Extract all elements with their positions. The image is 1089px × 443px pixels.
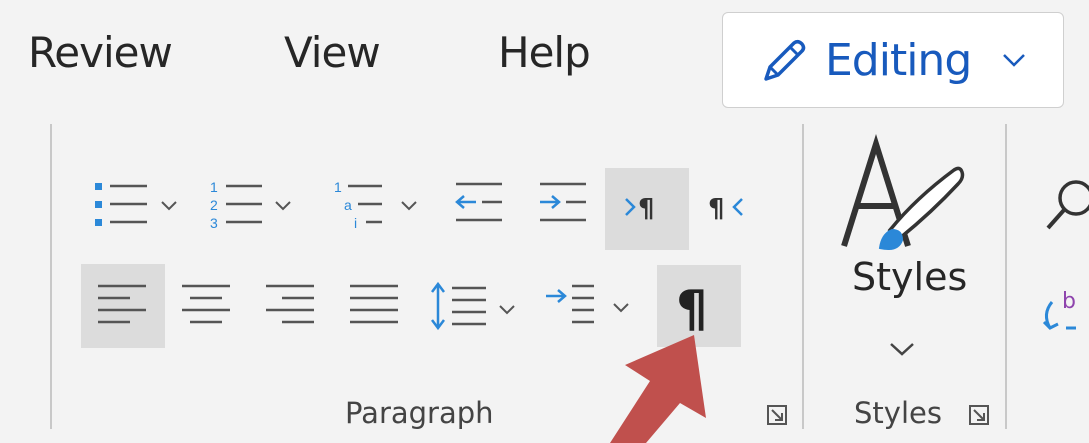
svg-text:a: a	[344, 197, 352, 213]
bulleted-list-icon	[95, 183, 177, 226]
numbered-list-icon: 1 2 3	[210, 179, 291, 231]
group-divider-left	[50, 124, 52, 429]
chevron-down-icon	[1001, 51, 1027, 74]
group-divider-styles-editing	[1005, 124, 1007, 429]
svg-text:¶: ¶	[638, 194, 655, 224]
find-button[interactable]	[1044, 176, 1089, 236]
dialog-launcher-icon	[969, 405, 989, 425]
paragraph-group-label: Paragraph	[345, 396, 494, 430]
justify-icon	[350, 284, 398, 324]
align-left-icon	[98, 284, 146, 324]
rtl-text-button[interactable]: ¶	[706, 190, 756, 226]
increase-indent-icon	[540, 182, 586, 222]
bulleted-list-button[interactable]	[92, 180, 192, 230]
pencil-icon	[758, 35, 810, 92]
ltr-text-button[interactable]: ¶	[622, 190, 672, 226]
replace-icon: b	[1042, 289, 1076, 330]
increase-indent-button[interactable]	[536, 180, 592, 230]
line-spacing-button[interactable]	[430, 280, 530, 336]
tab-help[interactable]: Help	[498, 28, 591, 77]
paragraph-indent-button[interactable]	[544, 282, 644, 332]
paragraph-indent-icon	[546, 284, 629, 324]
align-left-button[interactable]	[96, 282, 152, 332]
svg-text:i: i	[354, 215, 357, 231]
search-icon	[1046, 180, 1089, 230]
show-paragraph-marks-button[interactable]: ¶	[672, 276, 728, 336]
right-to-left-text-icon: ¶	[708, 194, 743, 224]
svg-text:b: b	[1062, 289, 1076, 314]
multilevel-list-button[interactable]: 1 a i	[330, 178, 430, 232]
chevron-down-icon	[890, 343, 914, 356]
styles-dialog-launcher[interactable]	[968, 404, 990, 431]
align-center-icon	[182, 284, 230, 324]
align-center-button[interactable]	[180, 282, 236, 332]
numbered-list-button[interactable]: 1 2 3	[206, 178, 306, 232]
multilevel-list-icon: 1 a i	[334, 179, 417, 231]
decrease-indent-button[interactable]	[452, 180, 508, 230]
paragraph-dialog-launcher[interactable]	[766, 404, 788, 431]
tab-review[interactable]: Review	[28, 28, 173, 77]
styles-expand-button[interactable]	[888, 340, 916, 358]
dialog-launcher-icon	[767, 405, 787, 425]
styles-group-label: Styles	[854, 396, 942, 430]
align-right-button[interactable]	[264, 282, 320, 332]
svg-text:2: 2	[210, 197, 218, 213]
editing-mode-button[interactable]: Editing	[722, 12, 1064, 108]
pilcrow-icon: ¶	[676, 280, 708, 336]
replace-button[interactable]: b	[1040, 288, 1089, 348]
svg-text:3: 3	[210, 215, 218, 231]
styles-brush-icon	[841, 134, 965, 250]
tab-view[interactable]: View	[284, 28, 381, 77]
justify-button[interactable]	[348, 282, 404, 332]
styles-gallery-button[interactable]	[836, 134, 976, 259]
svg-text:¶: ¶	[708, 194, 725, 224]
styles-button-label: Styles	[852, 255, 968, 299]
svg-text:¶: ¶	[676, 280, 708, 336]
line-spacing-icon	[431, 281, 515, 331]
group-divider-paragraph-styles	[802, 124, 804, 429]
align-right-icon	[266, 284, 314, 324]
svg-text:1: 1	[334, 179, 342, 195]
decrease-indent-icon	[455, 182, 502, 222]
left-to-right-text-icon: ¶	[625, 194, 655, 224]
svg-text:1: 1	[210, 179, 218, 195]
red-arrow-pointer	[590, 335, 725, 443]
editing-label: Editing	[825, 35, 972, 86]
